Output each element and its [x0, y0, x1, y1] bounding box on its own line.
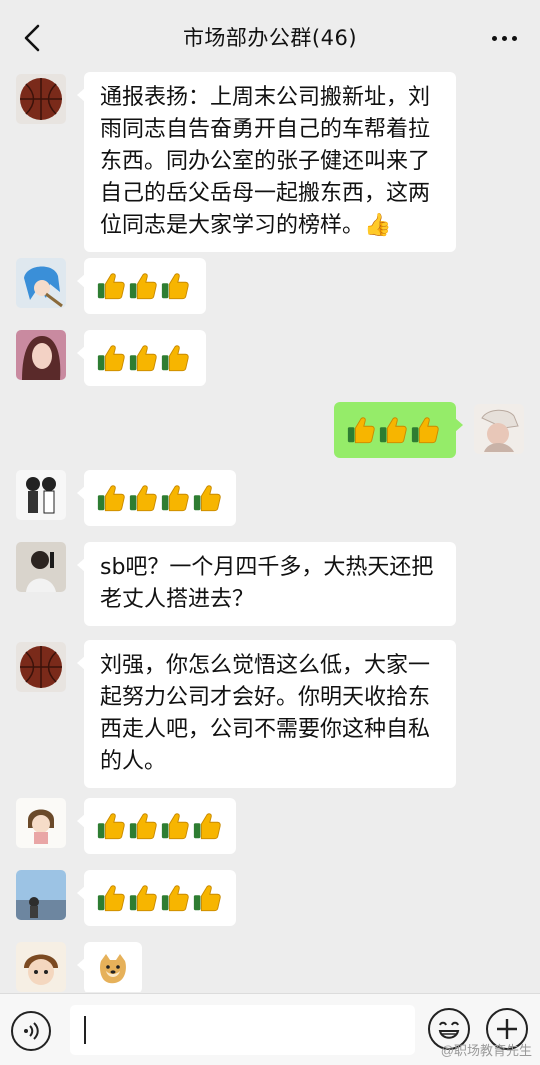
avatar-self[interactable] — [474, 404, 524, 454]
thumbs-up-icon — [346, 415, 376, 445]
thumbs-up-icon — [160, 343, 190, 373]
thumbs-up-icon — [128, 811, 158, 841]
woman-avatar-icon — [16, 330, 66, 380]
message-bubble[interactable] — [77, 942, 142, 992]
thumbs-up-icon — [96, 811, 126, 841]
message-bubble[interactable]: sb吧？一个月四千多，大热天还把老丈人搭进去？ — [77, 542, 456, 626]
cartoon-boy-avatar-icon — [16, 942, 66, 992]
self-avatar-icon — [474, 404, 524, 454]
message-bubble[interactable] — [77, 798, 236, 854]
thumbs-up-icon — [96, 343, 126, 373]
message-row: 刘强，你怎么觉悟这么低，大家一起努力公司才会好。你明天收拾东西走人吧，公司不需要… — [0, 640, 540, 788]
text-caret — [84, 1016, 86, 1044]
message-bubble[interactable] — [77, 870, 236, 926]
cartoon-girl-avatar-icon — [16, 798, 66, 848]
message-text: 刘强，你怎么觉悟这么低，大家一起努力公司才会好。你明天收拾东西走人吧，公司不需要… — [100, 653, 431, 774]
thumbs-up-icon — [192, 883, 222, 913]
message-row: sb吧？一个月四千多，大热天还把老丈人搭进去？ — [0, 542, 540, 632]
voice-button[interactable] — [11, 1011, 51, 1051]
manga-avatar-icon — [16, 470, 66, 520]
anime-avatar-icon — [16, 258, 66, 308]
basketball-avatar-icon — [16, 74, 66, 124]
chat-header: 市场部办公群(46) — [0, 0, 540, 76]
chat-title: 市场部办公群(46) — [182, 26, 358, 50]
avatar-cartoon-boy[interactable] — [16, 942, 66, 992]
message-bubble[interactable]: 通报表扬：上周末公司搬新址，刘雨同志自告奋勇开自己的车帮着拉东西。同办公室的张子… — [77, 72, 456, 252]
message-bubble[interactable] — [77, 258, 206, 314]
thumbs-up-icon — [128, 883, 158, 913]
message-input[interactable] — [70, 1005, 415, 1055]
thumbs-up-icon — [378, 415, 408, 445]
plus-icon — [497, 1019, 517, 1039]
message-row — [0, 258, 540, 314]
message-row — [0, 940, 540, 992]
message-text: 通报表扬：上周末公司搬新址，刘雨同志自告奋勇开自己的车帮着拉东西。同办公室的张子… — [100, 85, 431, 238]
avatar-man-photo[interactable] — [16, 542, 66, 592]
avatar-manga-couple[interactable] — [16, 470, 66, 520]
avatar-woman-photo[interactable] — [16, 330, 66, 380]
thumbs-up-icon — [96, 483, 126, 513]
watermark: @职场教育先生 — [440, 1043, 532, 1058]
avatar-sky-photo[interactable] — [16, 870, 66, 920]
more-button[interactable] — [482, 18, 526, 58]
message-bubble[interactable] — [77, 470, 236, 526]
thumbs-up-icon — [96, 271, 126, 301]
man-avatar-icon — [16, 542, 66, 592]
more-dots-icon — [491, 35, 517, 41]
message-row — [0, 330, 540, 386]
avatar-basketball[interactable] — [16, 642, 66, 692]
message-row — [0, 798, 540, 854]
thumbs-up-icon — [96, 883, 126, 913]
avatar-basketball[interactable] — [16, 74, 66, 124]
message-row — [0, 470, 540, 526]
thumbs-up-icon — [128, 483, 158, 513]
thumbs-up-icon — [160, 483, 190, 513]
thumbs-up-icon — [160, 883, 190, 913]
message-bubble[interactable]: 刘强，你怎么觉悟这么低，大家一起努力公司才会好。你明天收拾东西走人吧，公司不需要… — [77, 640, 456, 788]
message-text: sb吧？一个月四千多，大热天还把老丈人搭进去？ — [100, 555, 434, 612]
sky-avatar-icon — [16, 870, 66, 920]
avatar-cartoon-girl[interactable] — [16, 798, 66, 848]
message-row-own — [0, 402, 540, 458]
basketball-avatar-icon — [16, 642, 66, 692]
thumbs-up-icon — [192, 483, 222, 513]
thumbs-up-icon — [128, 271, 158, 301]
doge-sticker-icon — [100, 954, 126, 984]
thumbs-up-icon — [128, 343, 158, 373]
message-row — [0, 870, 540, 926]
thumbs-up-icon — [192, 811, 222, 841]
thumbs-up-icon — [160, 811, 190, 841]
message-bubble[interactable] — [77, 330, 206, 386]
voice-icon — [24, 1022, 39, 1040]
message-row: 通报表扬：上周末公司搬新址，刘雨同志自告奋勇开自己的车帮着拉东西。同办公室的张子… — [0, 72, 540, 252]
message-bubble[interactable] — [334, 402, 463, 458]
thumbs-up-icon — [410, 415, 440, 445]
avatar-anime-blue-hair[interactable] — [16, 258, 66, 308]
thumbs-up-icon — [160, 271, 190, 301]
